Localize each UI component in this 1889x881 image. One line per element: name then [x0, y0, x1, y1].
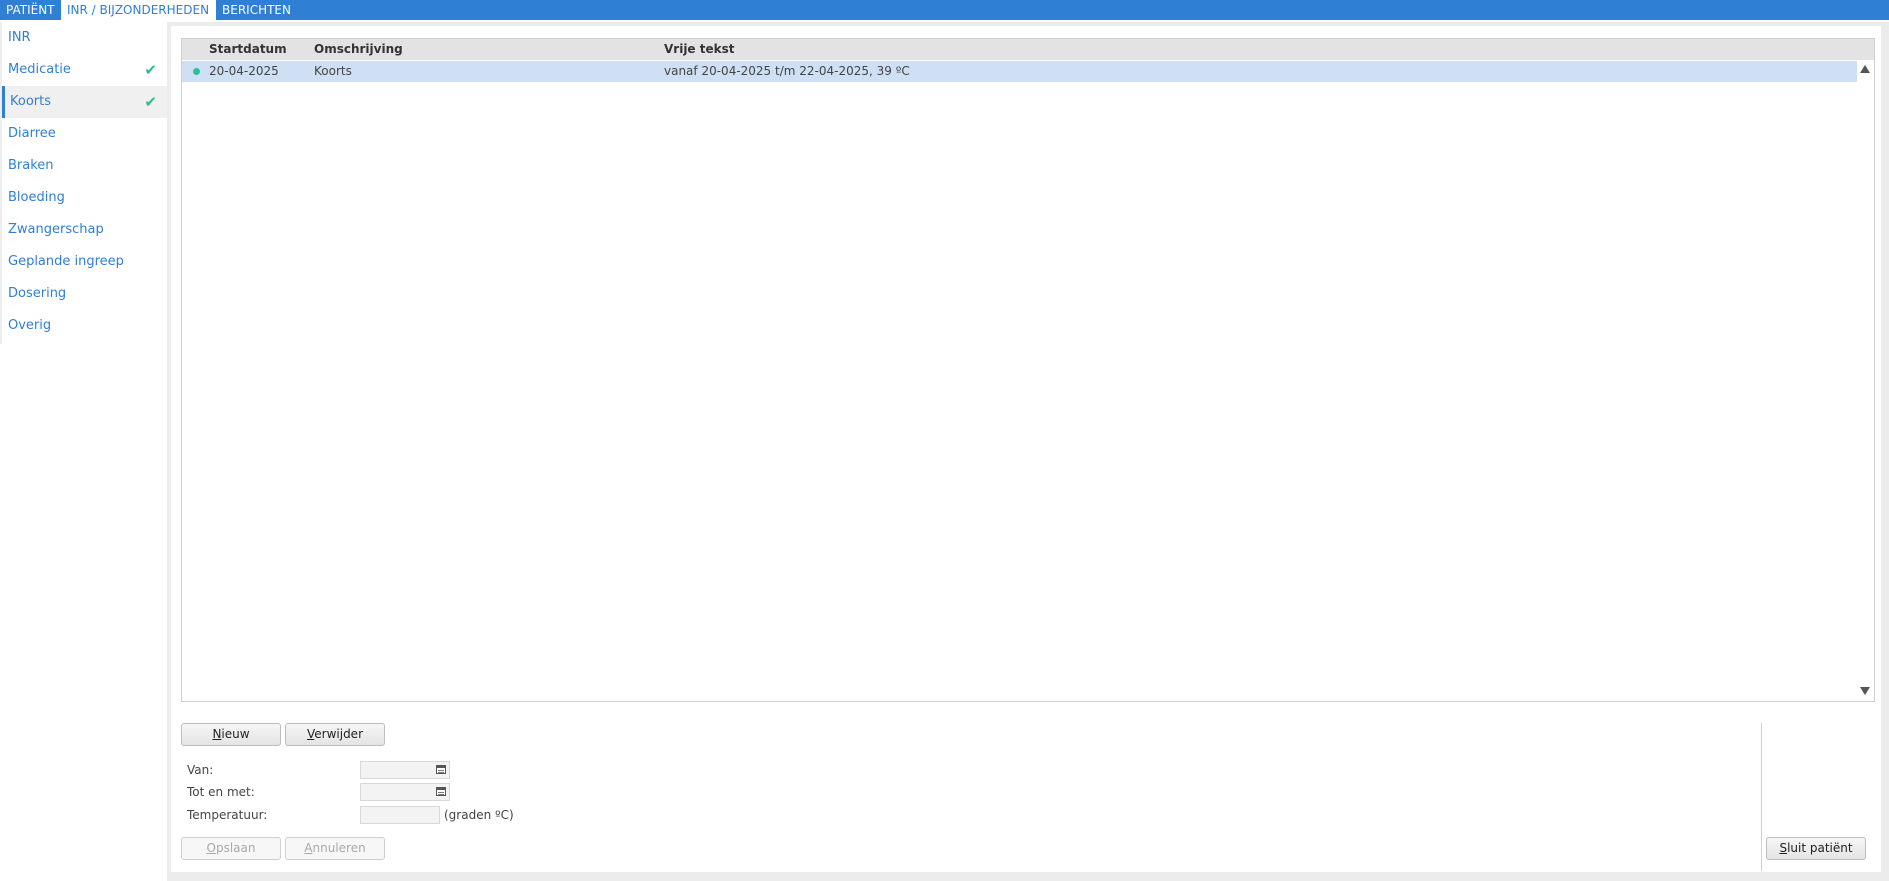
opslaan-button[interactable]: Opslaan: [181, 837, 281, 860]
main-panel: Startdatum Omschrijving Vrije tekst 20-0…: [167, 22, 1889, 881]
opslaan-mnemonic: O: [206, 841, 216, 855]
column-header-startdatum[interactable]: Startdatum: [209, 39, 287, 60]
sidebar-item-label: INR: [8, 30, 31, 45]
sidebar-item-braken[interactable]: Braken: [2, 150, 167, 182]
sidebar-item-label: Koorts: [10, 94, 51, 109]
nieuw-label: ieuw: [221, 727, 250, 741]
checkmark-icon: ✔: [144, 93, 157, 111]
tot-en-met-date-field[interactable]: [360, 783, 450, 801]
divider: [1761, 723, 1762, 871]
sidebar-item-geplande-ingreep[interactable]: Geplande ingreep: [2, 246, 167, 278]
top-menu-bar: PATIËNT INR / BIJZONDERHEDEN BERICHTEN: [0, 0, 1889, 20]
column-header-omschrijving[interactable]: Omschrijving: [314, 39, 403, 60]
table-row[interactable]: 20-04-2025 Koorts vanaf 20-04-2025 t/m 2…: [182, 61, 1857, 82]
van-date-field[interactable]: [360, 761, 450, 779]
temperatuur-label: Temperatuur:: [187, 808, 268, 822]
status-dot-icon: [193, 68, 200, 75]
sidebar-item-medicatie[interactable]: Medicatie ✔: [2, 54, 167, 86]
temperatuur-unit: (graden ºC): [444, 808, 514, 822]
sidebar: INR Medicatie ✔ Koorts ✔ Diarree Braken …: [0, 22, 167, 344]
sidebar-item-label: Bloeding: [8, 190, 65, 205]
sidebar-item-koorts[interactable]: Koorts ✔: [2, 86, 167, 118]
cell-vrije-tekst: vanaf 20-04-2025 t/m 22-04-2025, 39 ºC: [664, 64, 910, 78]
sidebar-item-label: Diarree: [8, 126, 56, 141]
temperatuur-input[interactable]: [360, 806, 440, 824]
sidebar-item-label: Dosering: [8, 286, 67, 301]
sidebar-item-label: Zwangerschap: [8, 222, 104, 237]
sidebar-item-overig[interactable]: Overig: [2, 310, 167, 342]
sidebar-item-label: Geplande ingreep: [8, 254, 124, 269]
tab-patient[interactable]: PATIËNT: [0, 0, 61, 20]
column-header-vrije-tekst[interactable]: Vrije tekst: [664, 39, 734, 60]
sidebar-item-label: Braken: [8, 158, 54, 173]
nieuw-button[interactable]: Nieuw: [181, 723, 281, 746]
cell-omschrijving: Koorts: [314, 64, 352, 78]
annuleren-mnemonic: A: [304, 841, 313, 855]
verwijder-button[interactable]: Verwijder: [285, 723, 385, 746]
sidebar-item-dosering[interactable]: Dosering: [2, 278, 167, 310]
tab-inr-bijzonderheden[interactable]: INR / BIJZONDERHEDEN: [61, 0, 216, 20]
van-label: Van:: [187, 763, 214, 777]
tab-berichten[interactable]: BERICHTEN: [216, 0, 296, 20]
sidebar-item-bloeding[interactable]: Bloeding: [2, 182, 167, 214]
scroll-up-arrow-icon[interactable]: [1860, 65, 1870, 73]
tot-en-met-label: Tot en met:: [187, 785, 255, 799]
content-area: Startdatum Omschrijving Vrije tekst 20-0…: [171, 26, 1881, 872]
verwijder-label: erwijder: [314, 727, 363, 741]
table-header: Startdatum Omschrijving Vrije tekst: [182, 39, 1874, 60]
sluit-label: luit patiënt: [1787, 841, 1853, 855]
annuleren-label: nnuleren: [312, 841, 366, 855]
opslaan-label: pslaan: [215, 841, 256, 855]
scroll-down-arrow-icon[interactable]: [1860, 687, 1870, 695]
sidebar-item-label: Medicatie: [8, 62, 71, 77]
sidebar-item-inr[interactable]: INR: [2, 22, 167, 54]
sluit-mnemonic: S: [1779, 841, 1788, 855]
sidebar-item-diarree[interactable]: Diarree: [2, 118, 167, 150]
bijzonderheden-table: Startdatum Omschrijving Vrije tekst 20-0…: [181, 38, 1875, 702]
checkmark-icon: ✔: [144, 61, 157, 79]
cell-startdatum: 20-04-2025: [209, 64, 279, 78]
annuleren-button[interactable]: Annuleren: [285, 837, 385, 860]
sidebar-item-label: Overig: [8, 318, 52, 333]
sidebar-item-zwangerschap[interactable]: Zwangerschap: [2, 214, 167, 246]
sluit-patient-button[interactable]: Sluit patiënt: [1766, 837, 1866, 860]
calendar-icon[interactable]: [436, 765, 446, 774]
calendar-icon[interactable]: [436, 787, 446, 796]
